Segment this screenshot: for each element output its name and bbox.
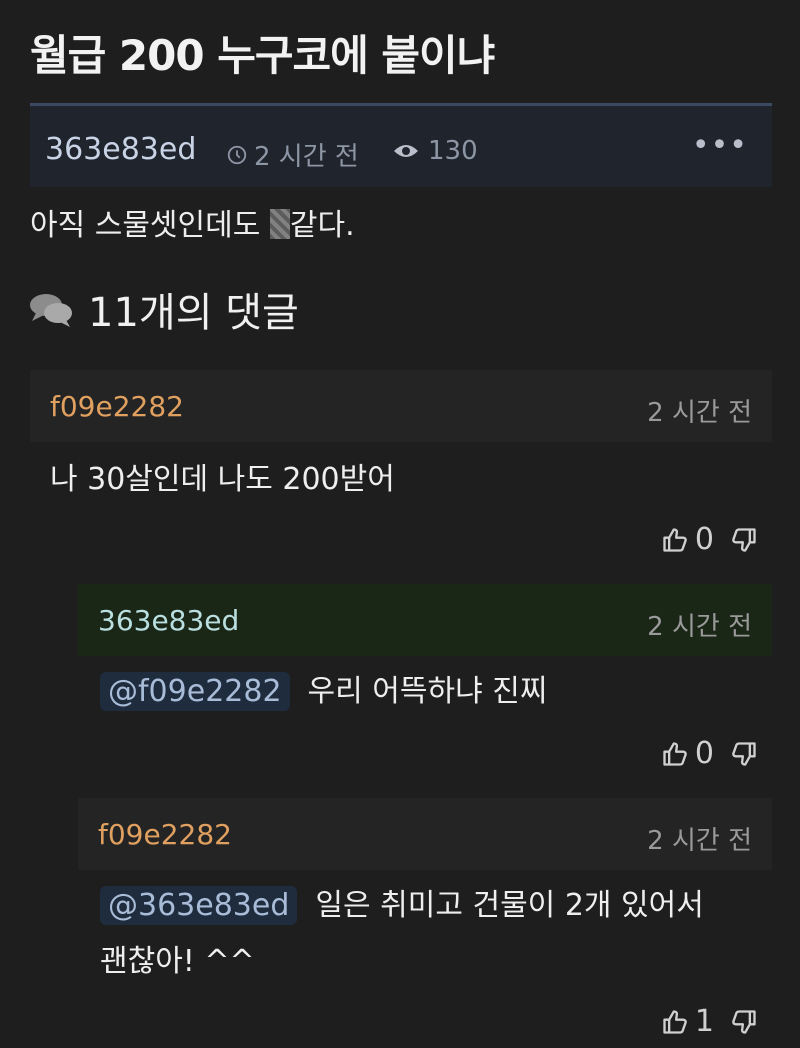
comment-time: 2 시간 전 xyxy=(647,398,752,428)
post-time: 2 시간 전 xyxy=(226,136,359,173)
post-author[interactable]: 363e83ed xyxy=(45,132,196,167)
comments-icon xyxy=(30,294,72,327)
post-body: 아직 스물셋인데도 같다. xyxy=(30,208,355,243)
comment-votes: 0 xyxy=(661,736,758,771)
comment-header: f09e2282 2 시간 전 xyxy=(30,370,772,442)
comment-text: 나 30살인데 나도 200받어 xyxy=(50,462,395,497)
comment-text: @f09e2282 우리 어뜩하냐 진찌 xyxy=(100,664,547,720)
mention-tag[interactable]: @f09e2282 xyxy=(100,672,290,711)
comment-votes: 0 xyxy=(661,522,758,557)
like-count: 1 xyxy=(694,1004,714,1039)
like-count: 0 xyxy=(694,522,714,557)
post-views: 130 xyxy=(392,136,478,166)
post-meta-bar: 363e83ed 2 시간 전 130 ••• xyxy=(30,103,772,187)
comment-time: 2 시간 전 xyxy=(647,826,752,856)
thumbs-down-icon[interactable] xyxy=(730,1008,758,1036)
eye-icon xyxy=(394,145,418,157)
more-options-icon[interactable]: ••• xyxy=(692,128,748,163)
thumbs-up-icon[interactable] xyxy=(661,740,689,768)
thumbs-up-icon[interactable] xyxy=(661,1008,689,1036)
comment-text-line2: 괜찮아! ^^ xyxy=(100,944,255,979)
thumbs-down-icon[interactable] xyxy=(730,526,758,554)
post-title: 월급 200 누구코에 붙이냐 xyxy=(30,31,495,80)
comment-text: @363e83ed 일은 취미고 건물이 2개 있어서 xyxy=(100,878,704,934)
thumbs-down-icon[interactable] xyxy=(730,740,758,768)
comment-time: 2 시간 전 xyxy=(647,612,752,642)
clock-icon xyxy=(227,145,247,164)
like-count: 0 xyxy=(694,736,714,771)
comment-author[interactable]: 363e83ed xyxy=(98,604,239,637)
mention-tag[interactable]: @363e83ed xyxy=(100,886,298,925)
reply-header: 363e83ed 2 시간 전 xyxy=(78,584,772,656)
comment-author[interactable]: f09e2282 xyxy=(50,390,184,423)
comment-votes: 1 xyxy=(661,1004,758,1039)
comments-header: 11개의 댓글 xyxy=(28,280,299,338)
censored-word xyxy=(269,209,290,239)
thumbs-up-icon[interactable] xyxy=(661,526,689,554)
comment-author[interactable]: f09e2282 xyxy=(98,818,232,851)
reply-header: f09e2282 2 시간 전 xyxy=(78,798,772,870)
